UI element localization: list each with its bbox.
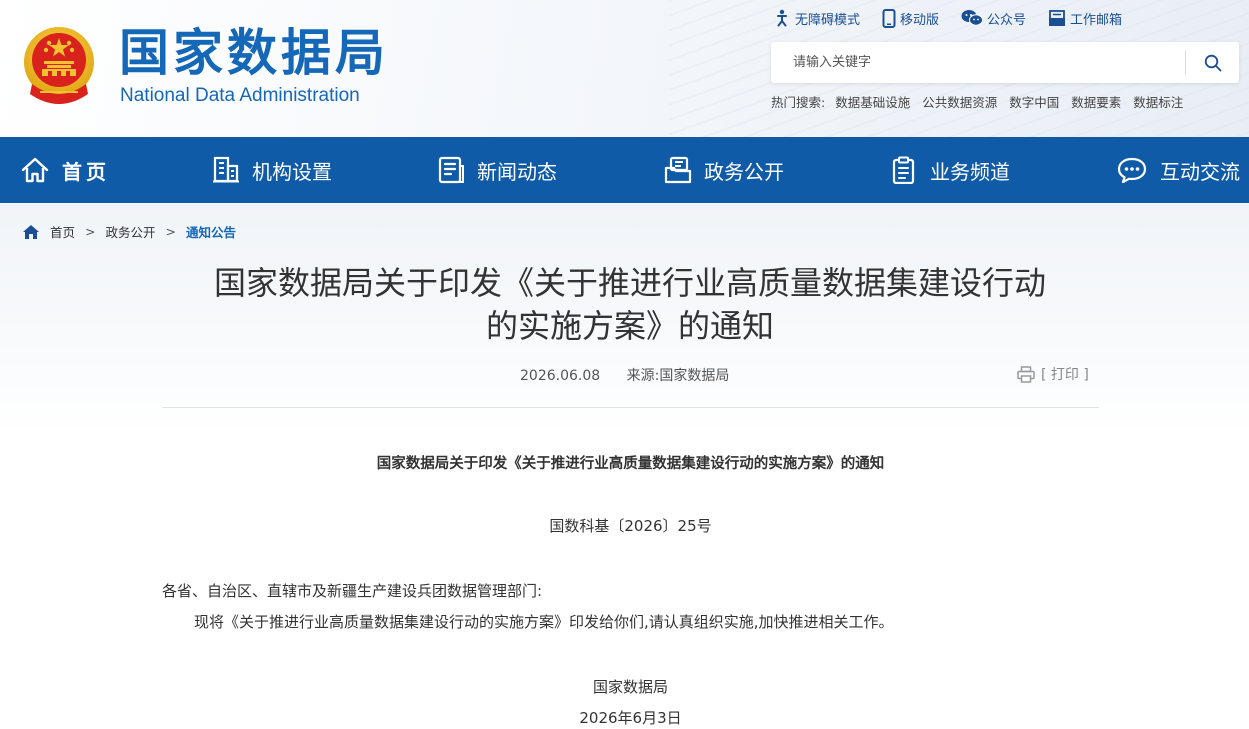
hot-search-item[interactable]: 数据要素 <box>1071 92 1121 111</box>
news-icon <box>438 156 464 184</box>
mobile-label: 移动版 <box>900 12 940 28</box>
article-date: 2026.06.08 <box>520 368 601 384</box>
home-icon <box>21 157 49 183</box>
nav-item-interaction[interactable]: 互动交流 <box>1116 137 1240 203</box>
wechat-icon <box>961 10 984 26</box>
mobile-link[interactable]: 移动版 <box>882 7 939 29</box>
search-box <box>771 42 1239 83</box>
search-input[interactable] <box>771 43 1185 82</box>
document-title: 国家数据局关于印发《关于推进行业高质量数据集建设行动的实施方案》的通知 <box>376 456 885 472</box>
breadcrumb: 首页 > 政务公开 > 通知公告 <box>22 222 236 241</box>
document-paragraph: 现将《关于推进行业高质量数据集建设行动的实施方案》印发给你们,请认真组织实施,加… <box>194 613 894 631</box>
hot-search-item[interactable]: 数据基础设施 <box>835 92 910 111</box>
clipboard-icon <box>892 156 915 184</box>
nav-label: 互动交流 <box>1160 159 1240 184</box>
nav-item-business[interactable]: 业务频道 <box>890 137 1010 203</box>
article-source: 来源:国家数据局 <box>626 368 730 384</box>
search-icon <box>1204 54 1221 71</box>
nav-label: 政务公开 <box>704 159 784 184</box>
breadcrumb-separator: > <box>85 224 96 239</box>
nav-item-home[interactable]: 首页 <box>20 137 110 203</box>
home-icon[interactable] <box>22 224 40 240</box>
nav-label: 机构设置 <box>252 159 332 184</box>
national-emblem-icon <box>24 27 94 104</box>
folder-icon <box>664 156 692 184</box>
nav-item-government-affairs[interactable]: 政务公开 <box>664 137 784 203</box>
work-mail-link[interactable]: 工作邮箱 <box>1048 7 1122 29</box>
nav-item-news[interactable]: 新闻动态 <box>437 137 557 203</box>
main-nav: 首页 机构设置 新闻动态 政务公开 业务频道 互动交流 <box>0 137 1249 203</box>
breadcrumb-separator: > <box>165 224 176 239</box>
breadcrumb-home[interactable]: 首页 <box>50 222 75 241</box>
mobile-icon <box>882 8 896 28</box>
document-number: 国数科基〔2026〕25号 <box>549 517 712 535</box>
mail-icon <box>1049 9 1066 26</box>
breadcrumb-government-affairs[interactable]: 政务公开 <box>106 222 156 241</box>
search-button[interactable] <box>1186 43 1239 82</box>
breadcrumb-current[interactable]: 通知公告 <box>186 222 236 241</box>
wechat-link[interactable]: 公众号 <box>961 7 1026 29</box>
article-title-line: 国家数据局关于印发《关于推进行业高质量数据集建设行动 <box>213 264 1046 302</box>
wechat-label: 公众号 <box>987 12 1027 28</box>
hot-search-label: 热门搜索: <box>771 95 826 110</box>
document-salutation: 各省、自治区、直辖市及新疆生产建设兵团数据管理部门: <box>162 582 543 600</box>
building-icon <box>213 156 239 183</box>
accessibility-label: 无障碍模式 <box>795 12 861 28</box>
article-meta: 2026.06.08 来源:国家数据局 <box>520 365 751 385</box>
article-title: 国家数据局关于印发《关于推进行业高质量数据集建设行动 的实施方案》的通知 <box>140 262 1120 348</box>
signature-date: 2026年6月3日 <box>579 709 682 727</box>
nav-label: 业务频道 <box>930 159 1010 184</box>
print-label: [ 打印 ] <box>1041 367 1089 383</box>
printer-icon <box>1017 365 1035 383</box>
divider <box>162 407 1099 408</box>
hot-search-item[interactable]: 公共数据资源 <box>922 92 997 111</box>
nav-item-organization[interactable]: 机构设置 <box>212 137 332 203</box>
nav-label: 首页 <box>62 159 110 184</box>
article-title-line: 的实施方案》的通知 <box>485 307 774 345</box>
hot-search: 热门搜索: 数据基础设施 公共数据资源 数字中国 数据要素 数据标注 <box>771 92 1195 111</box>
print-button[interactable]: [ 打印 ] <box>1017 364 1089 384</box>
accessibility-icon <box>777 9 787 27</box>
work-mail-label: 工作邮箱 <box>1070 12 1123 28</box>
nav-label: 新闻动态 <box>477 159 557 184</box>
site-logo-english[interactable]: National Data Administration <box>120 85 360 107</box>
top-links: 无障碍模式 移动版 公众号 工作邮箱 <box>773 7 1144 29</box>
hot-search-item[interactable]: 数字中国 <box>1009 92 1059 111</box>
hot-search-item[interactable]: 数据标注 <box>1133 92 1183 111</box>
chat-icon <box>1117 157 1147 184</box>
accessibility-link[interactable]: 无障碍模式 <box>773 7 860 29</box>
site-logo-text[interactable]: 国家数据局 <box>119 24 389 82</box>
signature-organization: 国家数据局 <box>592 678 668 696</box>
